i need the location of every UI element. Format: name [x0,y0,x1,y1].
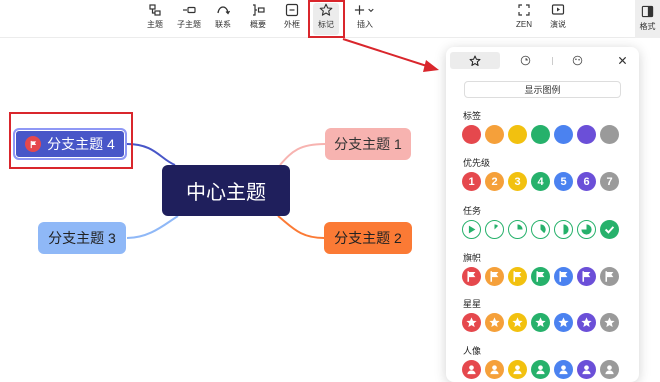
label-colors-row [462,125,619,144]
priority-7-icon[interactable]: 7 [600,172,619,191]
format-panel-icon [641,5,654,18]
person-purple-icon[interactable] [577,360,596,379]
task-3-8-icon[interactable] [531,220,550,239]
priority-row: 1 2 3 4 5 6 7 [462,172,619,191]
subtopic-button[interactable]: 子主题 [172,3,206,35]
label-yellow[interactable] [508,125,527,144]
relation-button[interactable]: 联系 [206,3,240,35]
zen-button[interactable]: ZEN [507,3,541,35]
task-start-icon[interactable] [462,220,481,239]
flag-gray-icon[interactable] [600,267,619,286]
panel-tabs [446,47,639,73]
marker-panel: 显示图例 标签 优先级 1 2 3 4 5 6 7 任务 旗帜 星星 人像 [446,47,639,382]
fullscreen-icon [518,4,530,16]
tab-divider [552,57,553,65]
label-purple[interactable] [577,125,596,144]
label-red[interactable] [462,125,481,144]
format-button[interactable]: 格式 [635,0,660,38]
task-3-4-icon[interactable] [577,220,596,239]
task-quarter-icon[interactable] [508,220,527,239]
tab-stickers[interactable] [506,52,544,69]
person-orange-icon[interactable] [485,360,504,379]
star-gray-icon[interactable] [600,313,619,332]
person-green-icon[interactable] [531,360,550,379]
star-row [462,313,619,332]
star-orange-icon[interactable] [485,313,504,332]
tab-markers[interactable] [450,52,500,69]
star-icon [469,55,481,66]
person-gray-icon[interactable] [600,360,619,379]
boundary-button[interactable]: 外框 [275,3,309,35]
insert-button[interactable]: 插入 [348,3,382,35]
boundary-icon [285,3,299,17]
priority-3-icon[interactable]: 3 [508,172,527,191]
task-half-icon[interactable] [554,220,573,239]
star-purple-icon[interactable] [577,313,596,332]
label-blue[interactable] [554,125,573,144]
task-1-8-icon[interactable] [485,220,504,239]
annotation-arrow [342,38,439,72]
topic-button[interactable]: 主题 [138,3,172,35]
sticker-icon [520,55,530,66]
plus-chevron-icon [354,5,374,15]
topic-icon [149,4,161,16]
close-panel-button[interactable] [612,52,632,69]
highlight-box-marker [308,0,345,38]
flag-orange-icon[interactable] [485,267,504,286]
palette-icon [572,55,582,66]
section-title-labels: 标签 [463,111,482,121]
flag-row [462,267,619,286]
branch-topic-3[interactable]: 分支主题 3 [38,222,126,254]
label-gray[interactable] [600,125,619,144]
star-red-icon[interactable] [462,313,481,332]
priority-5-icon[interactable]: 5 [554,172,573,191]
highlight-box-branch4 [9,112,133,169]
flag-green-icon[interactable] [531,267,550,286]
subtopic-icon [183,6,196,14]
flag-purple-icon[interactable] [577,267,596,286]
priority-2-icon[interactable]: 2 [485,172,504,191]
person-blue-icon[interactable] [554,360,573,379]
section-title-person: 人像 [463,346,482,356]
person-yellow-icon[interactable] [508,360,527,379]
tab-illustrations[interactable] [558,52,596,69]
present-button[interactable]: 演说 [541,3,575,35]
person-red-icon[interactable] [462,360,481,379]
star-green-icon[interactable] [531,313,550,332]
section-title-flag: 旗帜 [463,253,482,263]
section-title-star: 星星 [463,299,482,309]
label-green[interactable] [531,125,550,144]
center-topic[interactable]: 中心主题 [162,165,290,216]
section-title-task: 任务 [463,206,482,216]
branch-topic-1[interactable]: 分支主题 1 [325,128,411,160]
person-row [462,360,619,379]
branch-topic-2[interactable]: 分支主题 2 [324,222,412,254]
play-icon [551,4,565,15]
priority-4-icon[interactable]: 4 [531,172,550,191]
section-title-priority: 优先级 [463,158,491,168]
flag-yellow-icon[interactable] [508,267,527,286]
star-blue-icon[interactable] [554,313,573,332]
summary-button[interactable]: 概要 [241,3,275,35]
star-yellow-icon[interactable] [508,313,527,332]
close-icon [618,56,626,65]
relation-icon [217,6,230,15]
task-done-icon[interactable] [600,220,619,239]
flag-red-icon[interactable] [462,267,481,286]
label-orange[interactable] [485,125,504,144]
priority-6-icon[interactable]: 6 [577,172,596,191]
task-row [462,220,619,239]
priority-1-icon[interactable]: 1 [462,172,481,191]
show-legend-button[interactable]: 显示图例 [464,81,621,98]
summary-icon [253,4,265,16]
flag-blue-icon[interactable] [554,267,573,286]
